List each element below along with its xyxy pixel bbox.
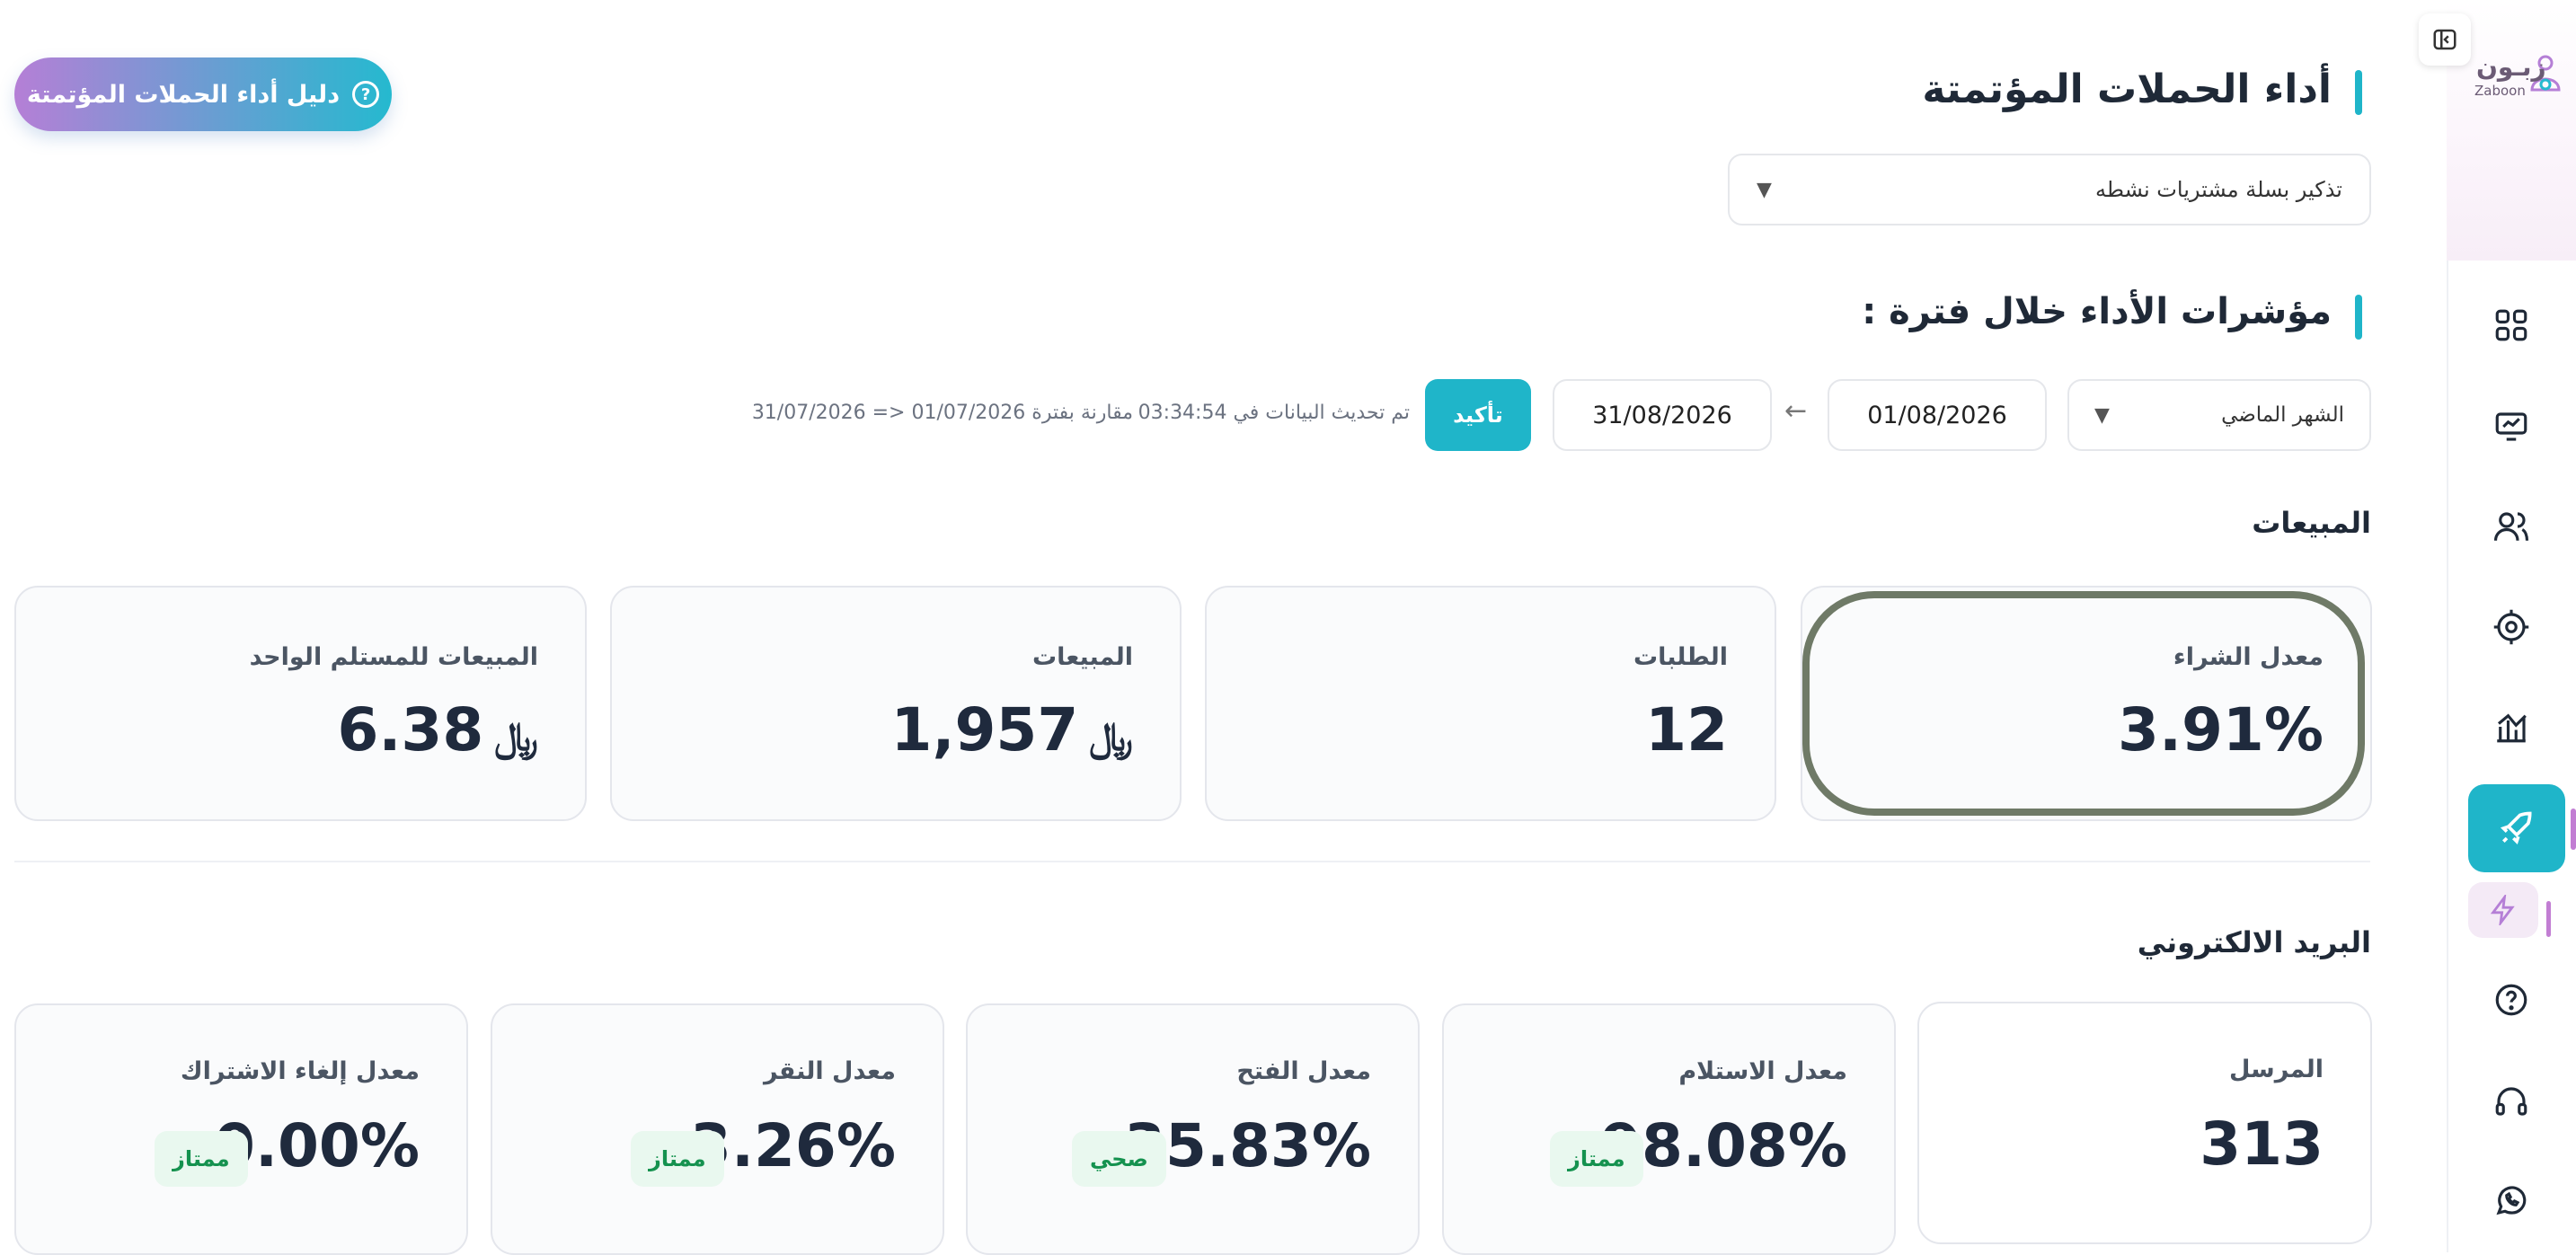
card-value: ﷼1,957 <box>891 695 1133 764</box>
brand-logo[interactable]: زبـون Zaboon <box>2474 52 2564 102</box>
help-icon <box>2495 984 2527 1016</box>
date-from-input[interactable]: 01/08/2026 <box>1828 379 2047 451</box>
question-icon: ? <box>352 81 380 108</box>
highlight-ring <box>1802 591 2365 816</box>
arrow-left-icon: ← <box>1784 395 1808 427</box>
card-label: المبيعات للمستلم الواحد <box>249 643 538 671</box>
headset-icon <box>2495 1087 2527 1116</box>
card-value-number: 1,957 <box>890 695 1079 764</box>
period-select[interactable]: الشهر الماضي ▼ <box>2067 379 2371 451</box>
target-icon <box>2493 609 2529 645</box>
status-badge: ممتاز <box>155 1131 248 1187</box>
card-label: معدل الفتح <box>1236 1057 1371 1085</box>
email-card: معدل الفتح 35.83% صحي <box>966 1003 1420 1255</box>
kpi-title-text: مؤشرات الأداء خلال فترة : <box>1862 291 2332 332</box>
nav-help[interactable] <box>2479 968 2544 1032</box>
guide-label: دليل أداء الحملات المؤتمتة <box>26 80 341 109</box>
campaign-select-value: تذكير بسلة مشتريات نشطه <box>2095 177 2342 202</box>
email-card: معدل الاستلام 98.08% ممتاز <box>1442 1003 1896 1255</box>
campaign-select[interactable]: تذكير بسلة مشتريات نشطه ▼ <box>1728 154 2371 225</box>
email-card: معدل إلغاء الاشتراك 0.00% ممتاز <box>14 1003 468 1255</box>
email-card: معدل النقر 3.26% ممتاز <box>491 1003 944 1255</box>
nav-reports[interactable] <box>2479 694 2544 759</box>
confirm-button[interactable]: تأكيد <box>1425 379 1531 451</box>
kpi-title-accent <box>2355 295 2362 340</box>
status-badge: صحي <box>1072 1131 1166 1187</box>
nav-targeting[interactable] <box>2479 595 2544 659</box>
grid-icon <box>2495 309 2527 341</box>
brand-name: زبـون <box>2476 52 2546 82</box>
card-value: 313 <box>2200 1109 2324 1179</box>
brand-sub: Zaboon <box>2474 83 2526 99</box>
lightning-icon <box>2490 895 2515 925</box>
updated-label: تم تحديث البيانات في 03:34:54 <box>1138 402 1410 424</box>
nav-analytics[interactable] <box>2479 394 2544 459</box>
currency-symbol: ﷼ <box>494 714 538 760</box>
period-value: الشهر الماضي <box>2221 403 2344 427</box>
sub-indicator <box>2546 901 2551 937</box>
email-card: المرسل 313 <box>1917 1002 2372 1244</box>
nav-customers[interactable] <box>2479 494 2544 559</box>
collapse-sidebar-button[interactable] <box>2419 13 2471 66</box>
guide-button[interactable]: دليل أداء الحملات المؤتمتة ? <box>14 57 392 131</box>
kpi-title: مؤشرات الأداء خلال فترة : <box>1862 291 2362 340</box>
nav-dashboard[interactable] <box>2479 293 2544 358</box>
status-badge: ممتاز <box>631 1131 724 1187</box>
sales-card: المبيعات للمستلم الواحد ﷼6.38 <box>14 586 587 821</box>
email-section-title: البريد الالكتروني <box>2137 925 2371 959</box>
nav-whatsapp[interactable] <box>2479 1168 2544 1233</box>
status-badge: ممتاز <box>1550 1131 1643 1187</box>
section-divider <box>14 861 2370 862</box>
card-label: المبيعات <box>1031 643 1133 671</box>
sidebar-toggle-icon <box>2433 29 2456 50</box>
bar-chart-icon <box>2497 713 2527 743</box>
caret-down-icon: ▼ <box>2094 403 2110 427</box>
sales-section-title: المبيعات <box>2252 506 2371 540</box>
nav-automations-active[interactable] <box>2468 784 2565 872</box>
whatsapp-icon <box>2496 1186 2527 1215</box>
rocket-icon <box>2500 811 2532 845</box>
card-label: معدل الاستلام <box>1678 1057 1847 1085</box>
title-accent <box>2355 70 2362 115</box>
card-value: ﷼6.38 <box>337 695 538 764</box>
compare-label: مقارنة بفترة 01/07/2026 <= 31/07/2026 <box>751 402 1133 424</box>
active-indicator <box>2571 809 2576 850</box>
currency-symbol: ﷼ <box>1089 714 1133 760</box>
page-title-text: أداء الحملات المؤتمتة <box>1922 66 2332 112</box>
monitor-chart-icon <box>2495 412 2527 441</box>
sales-card: الطلبات 12 <box>1205 586 1776 821</box>
card-label: المرسل <box>2229 1056 2324 1083</box>
card-label: معدل النقر <box>763 1057 896 1085</box>
nav-support[interactable] <box>2479 1069 2544 1134</box>
card-label: الطلبات <box>1633 643 1728 671</box>
page-title: أداء الحملات المؤتمتة <box>1922 66 2362 115</box>
users-icon <box>2493 512 2529 541</box>
caret-down-icon: ▼ <box>1757 178 1772 201</box>
sales-card: المبيعات ﷼1,957 <box>610 586 1182 821</box>
date-to-input[interactable]: 31/08/2026 <box>1553 379 1772 451</box>
card-value-number: 6.38 <box>337 695 484 764</box>
card-value: 12 <box>1645 695 1728 764</box>
card-label: معدل إلغاء الاشتراك <box>180 1057 420 1085</box>
nav-flows[interactable] <box>2468 882 2538 938</box>
